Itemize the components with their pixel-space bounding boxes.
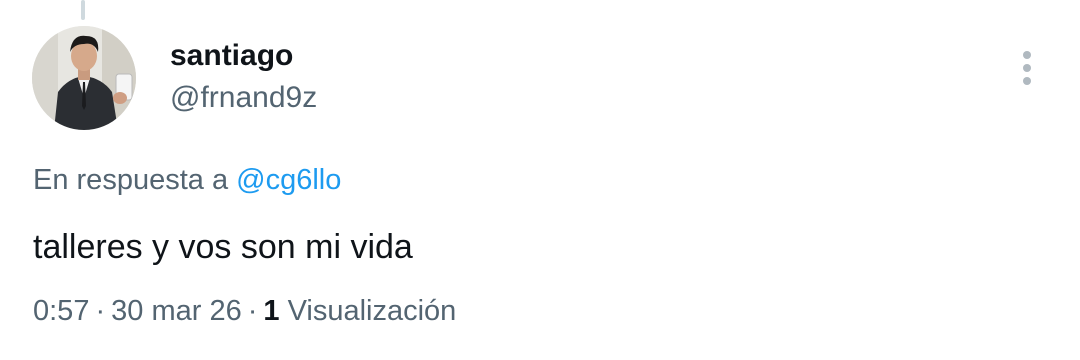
tweet-date[interactable]: 30 mar 26: [111, 295, 242, 327]
tweet-metadata: 0:57 · 30 mar 26 · 1 Visualización: [33, 291, 456, 331]
reply-prefix: En respuesta a: [33, 164, 229, 196]
reply-context: En respuesta a @cg6llo: [33, 160, 341, 200]
author-info: santiago @frnand9z: [170, 38, 317, 118]
views-label[interactable]: Visualización: [288, 295, 457, 327]
author-display-name[interactable]: santiago: [170, 38, 317, 74]
avatar[interactable]: [32, 26, 136, 130]
more-options-button[interactable]: [1010, 48, 1044, 88]
more-vertical-icon: [1023, 51, 1031, 85]
reply-mention-link[interactable]: @cg6llo: [236, 164, 341, 196]
meta-separator: ·: [95, 295, 106, 327]
avatar-photo: [32, 26, 136, 130]
tweet-time[interactable]: 0:57: [33, 295, 89, 327]
tweet-text: talleres y vos son mi vida: [33, 228, 413, 266]
meta-separator: ·: [247, 295, 258, 327]
author-handle[interactable]: @frnand9z: [170, 78, 317, 118]
views-count: 1: [263, 295, 280, 327]
thread-connector-line: [81, 0, 85, 20]
